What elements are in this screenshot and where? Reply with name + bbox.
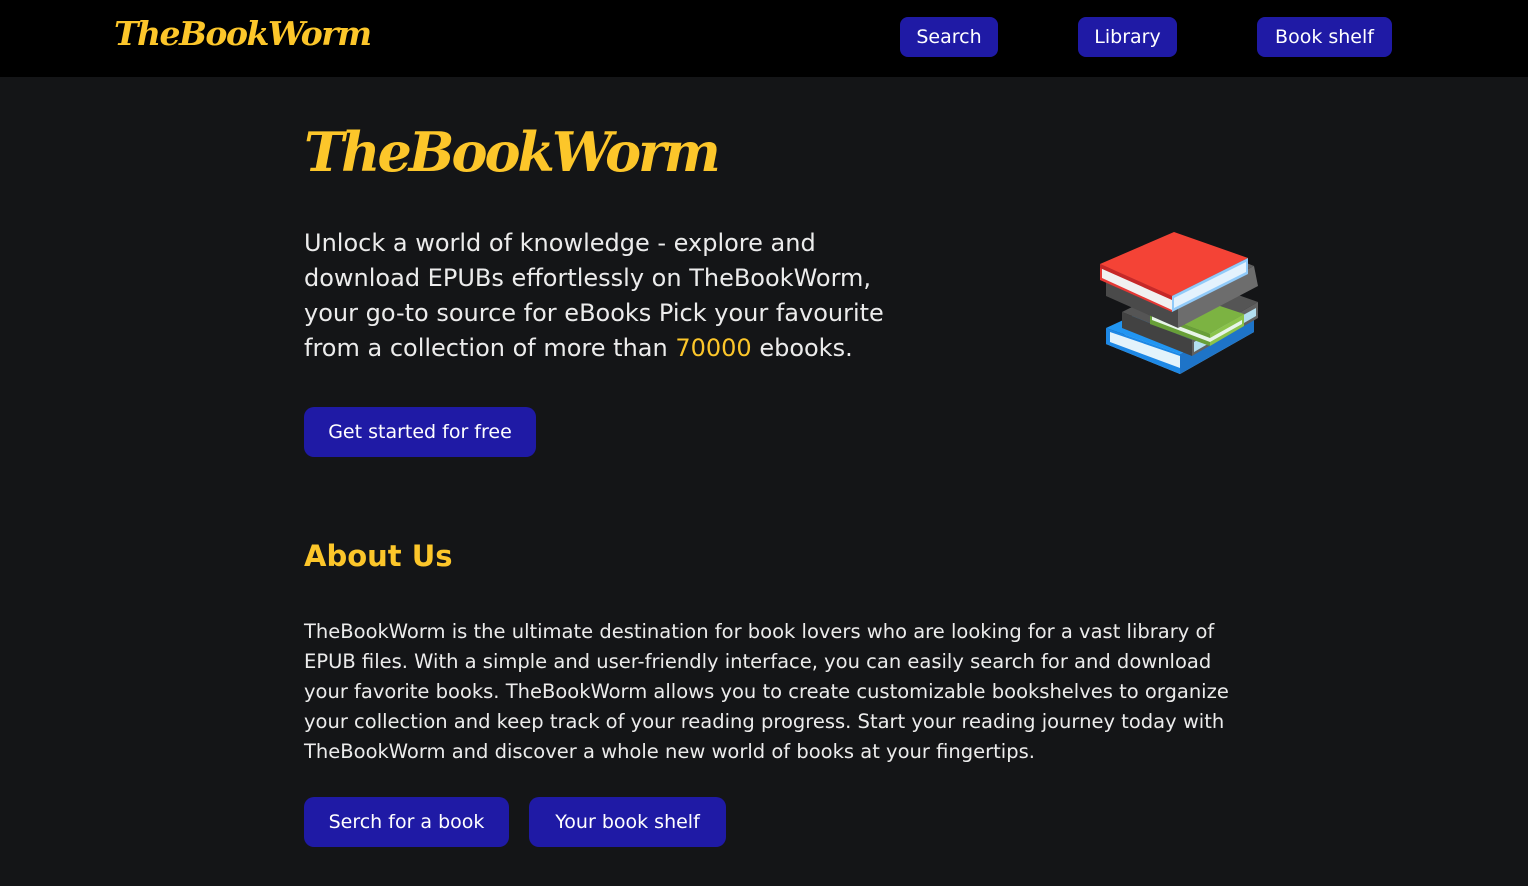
hero-description: Unlock a world of knowledge - explore an… <box>304 226 924 366</box>
hero-logo: TheBookWorm <box>304 120 721 184</box>
get-started-button[interactable]: Get started for free <box>304 407 536 457</box>
nav-library-button[interactable]: Library <box>1078 17 1177 57</box>
ebook-count: 70000 <box>675 334 752 362</box>
about-heading: About Us <box>304 539 453 573</box>
search-book-button[interactable]: Serch for a book <box>304 797 509 847</box>
about-description: TheBookWorm is the ultimate destination … <box>304 620 1229 763</box>
navbar: TheBookWorm Search Library Book shelf <box>0 0 1528 77</box>
your-book-shelf-button[interactable]: Your book shelf <box>529 797 726 847</box>
nav-logo[interactable]: TheBookWorm <box>114 14 372 54</box>
stack-of-books-icon <box>1100 232 1258 374</box>
hero-text-after: ebooks. <box>751 334 853 362</box>
nav-book-shelf-button[interactable]: Book shelf <box>1257 17 1392 57</box>
nav-search-button[interactable]: Search <box>900 17 998 57</box>
